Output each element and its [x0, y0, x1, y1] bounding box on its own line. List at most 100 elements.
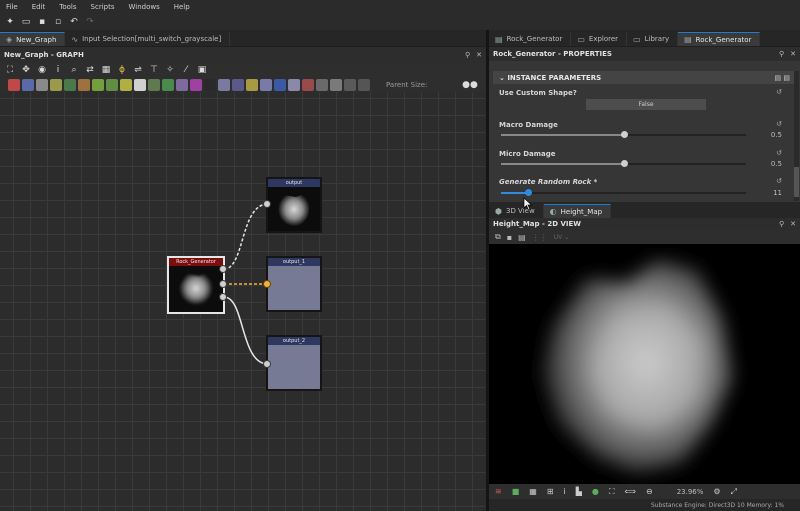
node-blend-icon[interactable]	[36, 78, 48, 91]
node-levels-icon[interactable]	[50, 78, 62, 91]
scrollbar-thumb[interactable]	[794, 167, 799, 197]
tree-icon[interactable]: ⊤	[148, 64, 160, 76]
node-output-2[interactable]: output_2	[266, 335, 322, 391]
layers-icon[interactable]: ≋	[495, 487, 502, 496]
output-port-0[interactable]	[219, 265, 227, 273]
properties-scrollbar[interactable]	[794, 71, 799, 201]
open-folder-icon[interactable]: ▭	[20, 16, 32, 28]
node-dyn-icon[interactable]	[218, 78, 230, 91]
fit-icon[interactable]: ✥	[20, 64, 32, 76]
node-output[interactable]: output	[266, 177, 322, 233]
grid-icon[interactable]: ▦	[529, 487, 537, 496]
fit-view-icon[interactable]: ⛶	[609, 487, 615, 497]
info-icon[interactable]: i	[564, 487, 566, 496]
use-custom-shape-toggle[interactable]: False	[586, 99, 706, 110]
node-input-icon[interactable]	[302, 78, 314, 91]
close-icon[interactable]: ✕	[476, 51, 482, 59]
node-frame-icon[interactable]	[344, 78, 356, 91]
info-icon[interactable]: i	[52, 64, 64, 76]
tab-explorer[interactable]: ▭ Explorer	[571, 32, 628, 46]
instance-parameters-header[interactable]: ⌄ INSTANCE PARAMETERS ▤ ▤	[493, 71, 796, 84]
node-normal-icon[interactable]	[106, 78, 118, 91]
tab-rock-generator-props[interactable]: ▤ Rock_Generator	[678, 32, 761, 46]
node-text-icon[interactable]	[246, 78, 258, 91]
input-port-output-2[interactable]	[263, 360, 271, 368]
node-pixel-icon[interactable]	[162, 78, 174, 91]
height-map-viewport[interactable]	[489, 244, 800, 484]
node-emboss-icon[interactable]	[288, 78, 300, 91]
uv-dropdown[interactable]: UV ⌄	[554, 234, 569, 241]
more-icon[interactable]: ●●	[462, 79, 478, 91]
node-channels-icon[interactable]	[176, 78, 188, 91]
color-picker-icon[interactable]: ●	[592, 487, 599, 496]
save-all-icon[interactable]: ▫	[52, 16, 64, 28]
node-histogram-icon[interactable]	[204, 78, 216, 91]
output-port-2[interactable]	[219, 293, 227, 301]
generate-random-rock-slider[interactable]	[501, 189, 746, 196]
input-port-output[interactable]	[263, 200, 271, 208]
save-image-icon[interactable]: ▪	[507, 233, 512, 242]
histogram-icon[interactable]: ▙	[576, 487, 582, 496]
search-icon[interactable]: ⌕	[68, 64, 80, 76]
wand-icon[interactable]: ⁄	[180, 64, 192, 76]
node-sharpen-icon[interactable]	[190, 78, 202, 91]
copy-icon[interactable]: ⧉	[495, 232, 501, 242]
macro-damage-slider[interactable]	[501, 131, 746, 138]
expand-icon[interactable]: ⤢	[731, 487, 737, 497]
slider-handle[interactable]	[524, 189, 532, 196]
node-output-icon[interactable]	[316, 78, 328, 91]
zoom-icon[interactable]: ⟺	[625, 487, 636, 496]
reset-icon[interactable]: ↺	[776, 120, 782, 128]
python-icon[interactable]: ϕ	[116, 64, 128, 76]
node-dir-icon[interactable]	[232, 78, 244, 91]
tab-new-graph[interactable]: ◈ New_Graph	[0, 32, 66, 46]
reset-icon[interactable]: ↺	[776, 177, 782, 185]
reset-icon[interactable]: ↺	[776, 149, 782, 157]
undo-icon[interactable]: ↶	[68, 16, 80, 28]
node-gradient-icon[interactable]	[78, 78, 90, 91]
tab-library[interactable]: ▭ Library	[627, 32, 679, 46]
uv-icon[interactable]: ⋮⋮	[532, 233, 548, 242]
camera-icon[interactable]: ◉	[36, 64, 48, 76]
close-icon[interactable]: ✕	[790, 220, 796, 228]
menu-scripts[interactable]: Scripts	[91, 3, 115, 11]
shuffle-icon[interactable]: ⇌	[132, 64, 144, 76]
menu-tools[interactable]: Tools	[59, 3, 76, 11]
channels-icon[interactable]: ■	[512, 487, 520, 496]
node-output-1[interactable]: output_1	[266, 256, 322, 312]
menu-help[interactable]: Help	[174, 3, 190, 11]
section-options-icon[interactable]: ▤ ▤	[775, 74, 790, 82]
node-uniform-icon[interactable]	[8, 78, 20, 91]
menu-edit[interactable]: Edit	[32, 3, 46, 11]
new-package-icon[interactable]: ✦	[4, 16, 16, 28]
output-port-1[interactable]	[219, 280, 227, 288]
node-svg-icon[interactable]	[260, 78, 272, 91]
input-port-output-1[interactable]	[263, 280, 271, 288]
menu-file[interactable]: File	[6, 3, 18, 11]
export-icon[interactable]: ▤	[518, 233, 526, 242]
tab-height-map[interactable]: ◐ Height_Map	[543, 204, 612, 218]
node-bitmap-icon[interactable]	[22, 78, 34, 91]
pin-icon[interactable]: ⚲	[465, 51, 470, 59]
pin-icon[interactable]: ⚲	[779, 220, 784, 228]
tab-3d-view[interactable]: ⬢ 3D View	[489, 204, 544, 218]
tile-icon[interactable]: ⊞	[547, 487, 554, 496]
save-icon[interactable]: ▪	[36, 16, 48, 28]
tab-rock-generator-doc[interactable]: ▤ Rock_Generator	[489, 32, 572, 46]
tools-icon[interactable]: ✧	[164, 64, 176, 76]
node-fxmap-icon[interactable]	[148, 78, 160, 91]
graph-canvas[interactable]: Rock_Generator output output_1 output_2	[0, 92, 486, 511]
redo-icon[interactable]: ↷	[84, 16, 96, 28]
node-rock-generator[interactable]: Rock_Generator	[167, 256, 225, 314]
snapshot-icon[interactable]: ▣	[196, 64, 208, 76]
slider-handle[interactable]	[620, 160, 628, 167]
zoom-out-icon[interactable]: ⊖	[646, 487, 653, 496]
node-transform-icon[interactable]	[274, 78, 286, 91]
menu-windows[interactable]: Windows	[128, 3, 159, 11]
node-warp-icon[interactable]	[120, 78, 132, 91]
reset-icon[interactable]: ↺	[776, 88, 782, 96]
node-comment-icon[interactable]	[330, 78, 342, 91]
link-icon[interactable]: ⇄	[84, 64, 96, 76]
slider-handle[interactable]	[620, 131, 628, 138]
node-tile-icon[interactable]	[134, 78, 146, 91]
